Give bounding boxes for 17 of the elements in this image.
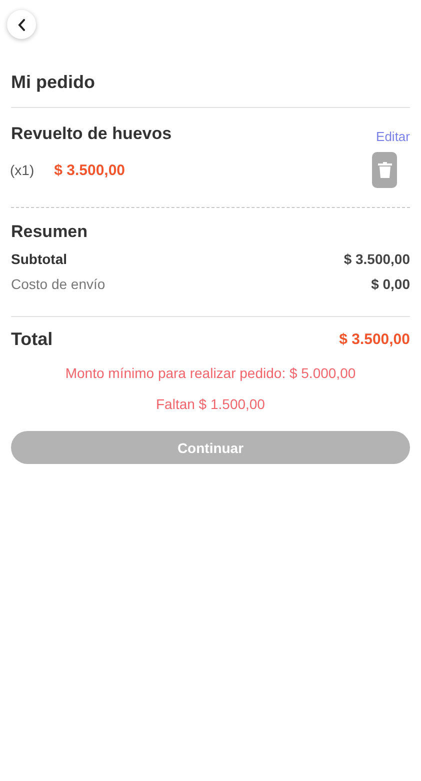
quantity: (x1) (10, 162, 34, 178)
minimum-warning: Faltan $ 1.500,00 (155, 396, 266, 412)
total-value: $ 3.500,00 (339, 331, 410, 348)
summary-label: Costo de envío (11, 276, 106, 292)
back-icon (16, 18, 26, 30)
summary-title: Resumen (11, 222, 89, 242)
trash-icon (378, 162, 392, 178)
item-price: $ 3.500,00 (54, 162, 126, 178)
page-title: Mi pedido (11, 72, 96, 93)
summary-value: $ 3.500,00 (344, 251, 410, 267)
edit-link[interactable]: Editar (376, 129, 410, 144)
minimum-warning: Monto mínimo para realizar pedido: $ 5.000,00 (64, 365, 357, 381)
product-name: Revuelto de huevos (11, 124, 172, 144)
summary-value: $ 0,00 (371, 276, 410, 292)
summary-label: Subtotal (11, 251, 67, 267)
back-button[interactable] (7, 10, 36, 39)
total-label: Total (11, 329, 53, 350)
